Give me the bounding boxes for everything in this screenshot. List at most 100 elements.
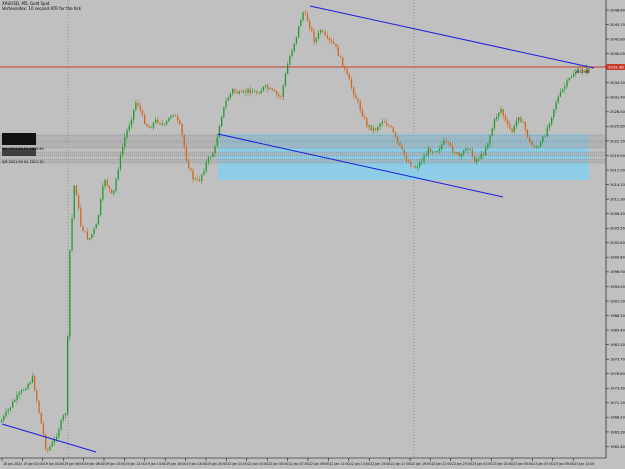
candle-body xyxy=(302,12,304,21)
price-label: 1991.20 xyxy=(610,299,625,303)
candle-body xyxy=(441,144,443,149)
chart-window[interactable]: XAUUSD, M5, Gold Spot Vertexindex: 10 se… xyxy=(0,0,625,469)
time-label: 22 Jan 17:00 xyxy=(391,462,411,466)
candle-body xyxy=(337,46,339,56)
candle-body xyxy=(306,13,309,22)
time-label: 19 Jan 16:00 xyxy=(166,462,186,466)
candle-body xyxy=(412,166,414,167)
candle-body xyxy=(38,400,40,413)
candle-body xyxy=(344,67,346,70)
candle-body xyxy=(348,74,350,80)
time-label: 18 Jan 2024 xyxy=(3,462,22,466)
price-label: 1976.80 xyxy=(610,372,625,376)
candle-body xyxy=(498,112,500,118)
price-label: 2031.40 xyxy=(610,96,625,100)
candle-body xyxy=(324,31,326,36)
candle-body xyxy=(522,122,524,123)
time-label: 22 Jan 03:00 xyxy=(248,462,268,466)
candle-body xyxy=(414,166,416,169)
price-label: 1994.00 xyxy=(610,285,625,289)
time-label: 19 Jan 04:00 xyxy=(44,462,64,466)
price-label: 1971.10 xyxy=(610,401,625,405)
candle-body xyxy=(295,36,298,44)
candle-body xyxy=(463,150,465,154)
candle-body xyxy=(84,231,86,232)
candle-body xyxy=(524,122,526,130)
candle-body xyxy=(254,91,256,92)
candle-body xyxy=(443,140,445,145)
time-label: 23 Jan 07:00 xyxy=(533,462,553,466)
candle-body xyxy=(333,41,335,44)
candle-body xyxy=(20,390,23,393)
candle-body xyxy=(397,136,399,143)
candle-body xyxy=(542,136,544,143)
candle-body xyxy=(190,168,192,171)
candle-body xyxy=(335,43,337,47)
time-label: 19 Jan 08:00 xyxy=(85,462,105,466)
candle-body xyxy=(207,157,210,163)
candle-body xyxy=(502,109,504,116)
candle-body xyxy=(146,123,148,126)
candle-body xyxy=(518,117,520,122)
candle-body xyxy=(27,383,29,389)
time-label: 22 Jan 01:00 xyxy=(227,462,247,466)
price-label: 2022.70 xyxy=(610,139,625,143)
candle-body xyxy=(111,189,113,194)
price-label: 2019.90 xyxy=(610,154,625,158)
candle-body xyxy=(273,89,276,92)
candle-body xyxy=(452,145,454,153)
candle-body xyxy=(196,178,199,180)
candle-body xyxy=(416,166,419,169)
candle-body xyxy=(526,129,529,138)
candle-body xyxy=(89,238,91,240)
candle-body xyxy=(232,89,234,94)
candle-body xyxy=(399,142,401,146)
price-label: 1962.40 xyxy=(610,445,625,449)
candle-body xyxy=(40,412,42,424)
candle-body xyxy=(322,30,324,32)
candle-body xyxy=(551,117,553,124)
candle-body xyxy=(331,40,333,42)
candle-body xyxy=(95,223,97,229)
candle-body xyxy=(381,121,383,124)
candle-body xyxy=(243,91,245,93)
candle-body xyxy=(282,85,284,97)
candle-body xyxy=(311,27,313,32)
price-label: 1985.40 xyxy=(610,328,625,332)
candle-body xyxy=(203,170,205,175)
candle-body xyxy=(163,123,166,125)
price-label: 2045.70 xyxy=(610,23,625,27)
candle-body xyxy=(537,146,540,148)
trendline-left[interactable] xyxy=(1,423,97,453)
candle-body xyxy=(113,190,115,194)
candle-body xyxy=(73,185,75,218)
candle-body xyxy=(434,151,436,153)
trendline-upper[interactable] xyxy=(309,5,595,69)
time-label: 23 Jan 11:00 xyxy=(574,462,594,466)
level-label-upper: S/R 2025.20 H1 2024.60 xyxy=(2,147,44,151)
candle-body xyxy=(408,161,410,163)
candle-body xyxy=(372,128,375,131)
level-label-block-upper xyxy=(2,133,36,145)
candle-body xyxy=(421,161,423,163)
candle-body xyxy=(485,148,487,156)
candle-body xyxy=(148,125,150,128)
candle-body xyxy=(570,77,573,78)
price-label: 1979.70 xyxy=(610,358,625,362)
time-label: 19 Jan 10:00 xyxy=(105,462,125,466)
price-label: 1973.90 xyxy=(610,387,625,391)
candle-body xyxy=(454,152,456,154)
time-label: 23 Jan 03:00 xyxy=(493,462,513,466)
candle-body xyxy=(482,153,485,156)
candle-body xyxy=(58,429,60,437)
candle-body xyxy=(438,148,441,151)
price-chart[interactable]: S/R 2025.20 H1 2024.60 S/R 2021.90 H1 202… xyxy=(0,0,625,469)
candle-body xyxy=(467,148,469,150)
candle-body xyxy=(476,158,478,163)
candle-body xyxy=(177,116,179,121)
price-label: 1968.20 xyxy=(610,416,625,420)
candle-body xyxy=(388,125,390,127)
candle-body xyxy=(119,155,122,170)
candle-body xyxy=(328,37,331,41)
candle-body xyxy=(1,420,3,422)
